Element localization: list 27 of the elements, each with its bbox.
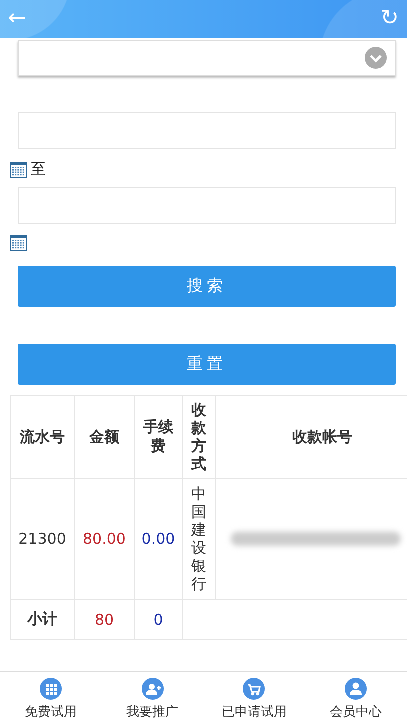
table-cell: 小计 — [10, 600, 74, 640]
nav-tab[interactable]: 我要推广 — [102, 672, 204, 724]
column-header: 收款帐号 — [216, 396, 407, 478]
cart-icon — [243, 678, 266, 700]
table-cell: 80.00 — [74, 478, 134, 600]
column-header: 手续费 — [134, 396, 182, 478]
start-date-field[interactable] — [18, 112, 396, 149]
calendar-icon[interactable] — [10, 234, 27, 250]
table-cell: 0.00 — [134, 478, 182, 600]
calendar-icon[interactable] — [10, 160, 27, 178]
end-date-field[interactable] — [18, 187, 396, 224]
chevron-down-icon — [365, 47, 387, 69]
table-cell: 80 — [74, 600, 134, 640]
nav-tab[interactable]: 已申请试用 — [204, 672, 306, 724]
column-header: 金额 — [74, 396, 134, 478]
to-label: 至 — [31, 160, 46, 178]
user-icon — [345, 678, 368, 700]
add-user-icon — [142, 678, 164, 700]
table-cell: 中国建设银行 — [182, 478, 216, 600]
select-field[interactable] — [18, 40, 396, 76]
grid-icon — [40, 678, 62, 700]
nav-tab[interactable]: 免费试用 — [0, 672, 102, 724]
table-cell: 0 — [134, 600, 182, 640]
column-header: 收款方式 — [182, 396, 216, 478]
nav-tab[interactable]: 会员中心 — [305, 672, 407, 724]
column-header: 流水号 — [10, 396, 74, 478]
table-cell: 21300 — [10, 478, 74, 600]
